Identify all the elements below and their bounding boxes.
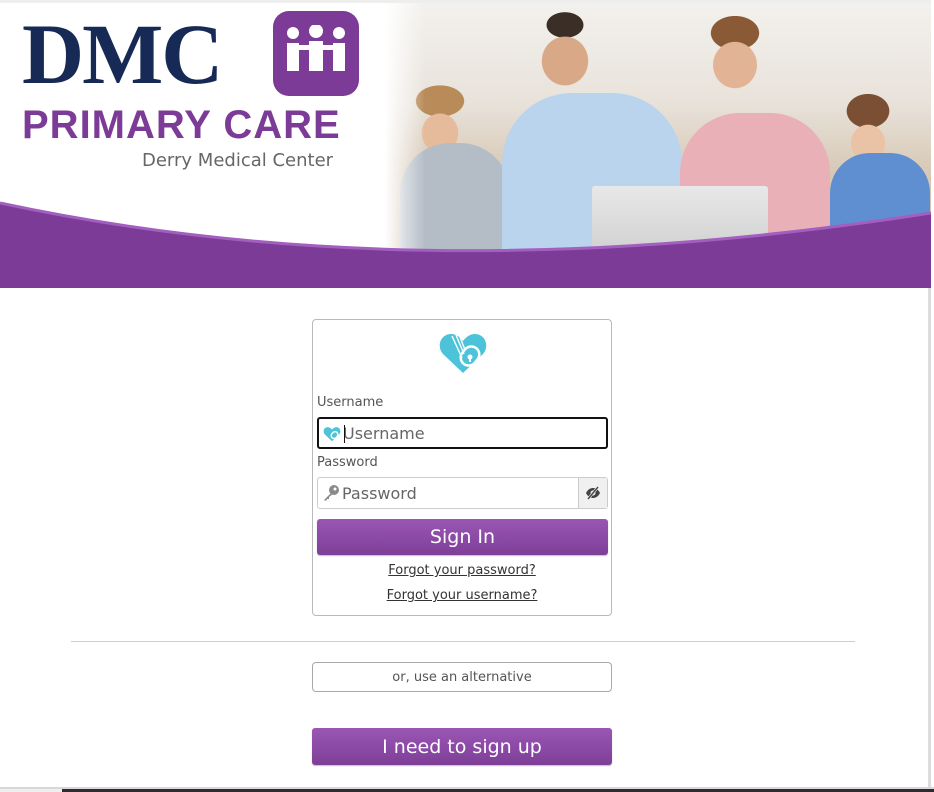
username-input[interactable] (343, 419, 601, 447)
use-alternative-button[interactable]: or, use an alternative (312, 662, 612, 692)
eye-slash-icon (586, 486, 600, 500)
heart-lock-icon (323, 427, 341, 442)
login-page: DMC PRIMARY CARE Derry Medical Center Us… (0, 0, 931, 787)
login-card: Username Password (312, 319, 612, 616)
sign-in-button[interactable]: Sign In (317, 519, 608, 555)
section-divider (71, 641, 855, 642)
forgot-username-link[interactable]: Forgot your username? (313, 588, 611, 603)
family-icon (287, 25, 345, 71)
toggle-password-visibility-button[interactable] (578, 478, 607, 508)
logo-primary-care: PRIMARY CARE (22, 103, 341, 147)
password-label: Password (317, 455, 378, 470)
header-banner: DMC PRIMARY CARE Derry Medical Center (0, 3, 931, 288)
username-field (317, 417, 608, 449)
username-label: Username (317, 395, 384, 410)
logo-dmc-text: DMC (22, 6, 223, 102)
heart-lock-icon (439, 334, 487, 373)
text-caret (344, 425, 345, 443)
key-icon (324, 485, 339, 501)
logo-subtitle: Derry Medical Center (142, 150, 334, 171)
logo-badge (273, 11, 359, 96)
password-field (317, 477, 608, 509)
sign-up-button[interactable]: I need to sign up (312, 728, 612, 765)
password-input[interactable] (342, 478, 576, 508)
forgot-password-link[interactable]: Forgot your password? (313, 563, 611, 578)
